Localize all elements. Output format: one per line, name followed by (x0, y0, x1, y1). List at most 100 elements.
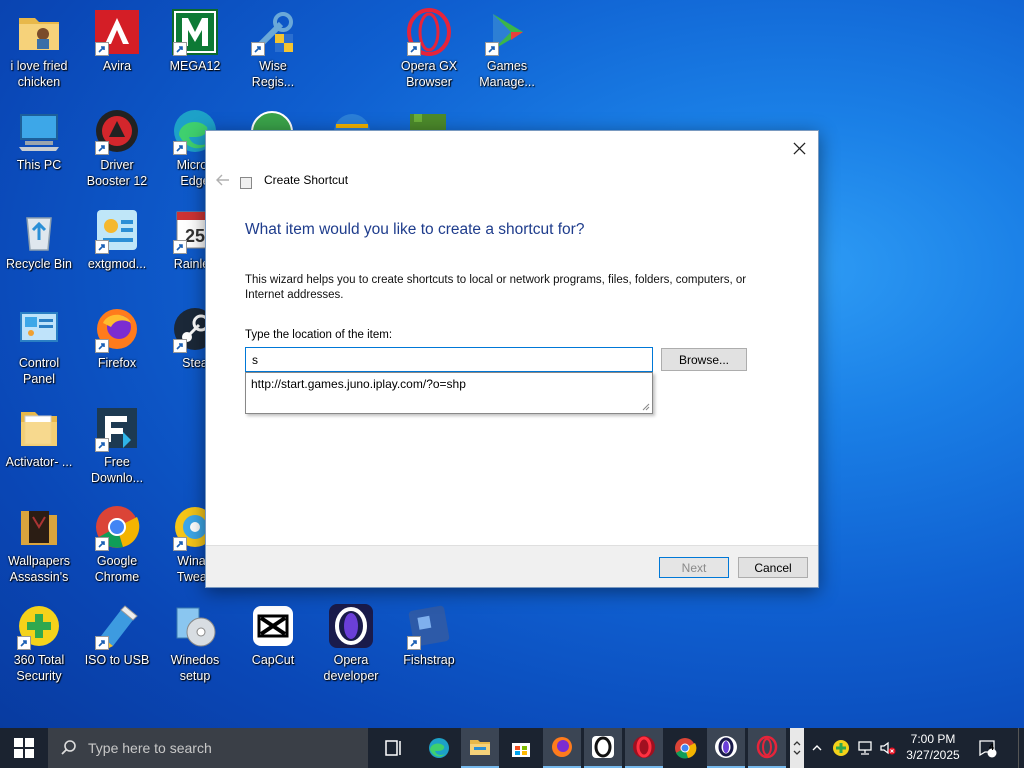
shortcut-arrow-icon (95, 141, 109, 155)
chevron-up-icon (812, 745, 822, 751)
desktop-icon-mega12[interactable]: MEGA12 (156, 8, 234, 74)
tray-network[interactable] (854, 728, 876, 768)
shortcut-arrow-icon (95, 339, 109, 353)
taskbar: Type here to search 7:00 PM 3/27/2025 4 (0, 728, 1024, 768)
firefox-icon (93, 305, 141, 353)
start-button[interactable] (0, 728, 48, 768)
computer-icon (15, 107, 63, 155)
resize-grip-icon[interactable] (640, 401, 650, 411)
back-arrow-icon (216, 174, 229, 186)
desktop-icon-activator[interactable]: Activator- ... (0, 404, 78, 470)
windows-logo-icon (14, 738, 34, 758)
desktop-icon-opera-developer[interactable]: Opera developer (312, 602, 390, 684)
taskbar-edge[interactable] (420, 728, 458, 768)
desktop-icon-i-love-fried-chicken[interactable]: i love fried chicken (0, 8, 78, 90)
opera-developer-icon (715, 736, 737, 758)
usb-icon (93, 602, 141, 650)
chevron-down-icon (793, 750, 801, 755)
notification-count: 4 (989, 742, 995, 752)
mega-icon (171, 8, 219, 56)
desktop-icon-capcut[interactable]: CapCut (234, 602, 312, 668)
shortcut-arrow-icon (485, 42, 499, 56)
chrome-icon (93, 503, 141, 551)
action-center-button[interactable]: 4 (974, 728, 1000, 768)
desktop-icon-recycle-bin[interactable]: Recycle Bin (0, 206, 78, 272)
recycle-bin-icon (15, 206, 63, 254)
opera-gx-icon (405, 8, 453, 56)
desktop-icon-google-chrome[interactable]: Google Chrome (78, 503, 156, 585)
desktop-icon-wallpapers[interactable]: Wallpapers Assassin's (0, 503, 78, 585)
taskbar-opera-gx-2[interactable] (748, 728, 786, 768)
desktop-icon-this-pc[interactable]: This PC (0, 107, 78, 173)
desktop-icon-extgmod[interactable]: extgmod... (78, 206, 156, 272)
task-view-icon (385, 740, 401, 756)
tray-volume[interactable] (876, 728, 898, 768)
task-view-button[interactable] (374, 728, 412, 768)
location-input[interactable] (245, 347, 653, 372)
desktop-icon-iso-to-usb[interactable]: ISO to USB (78, 602, 156, 668)
shortcut-arrow-icon (95, 438, 109, 452)
fishstrap-icon (405, 602, 453, 650)
shortcut-arrow-icon (95, 42, 109, 56)
desktop-icon-360-total-security[interactable]: 360 Total Security (0, 602, 78, 684)
desktop-icon-avira[interactable]: Avira (78, 8, 156, 74)
taskbar-scroll-arrows[interactable] (790, 728, 804, 768)
network-icon (858, 741, 872, 755)
taskbar-clock[interactable]: 7:00 PM 3/27/2025 (898, 731, 968, 763)
clock-date: 3/27/2025 (906, 748, 960, 762)
taskbar-chrome[interactable] (666, 728, 704, 768)
close-icon (792, 141, 806, 155)
shortcut-arrow-icon (251, 42, 265, 56)
desktop-icon-free-download[interactable]: Free Downlo... (78, 404, 156, 486)
store-icon (512, 743, 530, 757)
shortcut-arrow-icon (95, 240, 109, 254)
taskbar-firefox[interactable] (543, 728, 581, 768)
taskbar-file-explorer[interactable] (461, 728, 499, 768)
svg-text:25: 25 (185, 226, 205, 246)
taskbar-microsoft-store[interactable] (502, 728, 540, 768)
shortcut-arrow-icon (407, 636, 421, 650)
partially-hidden-icon-row (244, 106, 464, 132)
taskbar-opera-developer[interactable] (707, 728, 745, 768)
shortcut-icon (240, 177, 252, 189)
dialog-description: This wizard helps you to create shortcut… (245, 274, 747, 301)
opera-icon (592, 736, 614, 758)
volume-muted-icon (880, 741, 896, 755)
folder-icon (15, 503, 63, 551)
clock-time: 7:00 PM (910, 732, 956, 746)
show-desktop-button[interactable] (1018, 728, 1024, 768)
close-button[interactable] (788, 137, 810, 159)
plus-shield-icon (15, 602, 63, 650)
shortcut-arrow-icon (173, 339, 187, 353)
desktop-icon-winedos-setup[interactable]: Winedos setup (156, 602, 234, 684)
browse-button[interactable]: Browse... (661, 348, 747, 371)
create-shortcut-dialog: Create Shortcut What item would you like… (205, 130, 819, 588)
tray-360-security[interactable] (830, 728, 852, 768)
taskbar-opera-gx[interactable] (625, 728, 663, 768)
desktop-icon-opera-gx[interactable]: Opera GX Browser (390, 8, 468, 90)
firefox-icon (552, 737, 572, 757)
folder-icon (15, 404, 63, 452)
shortcut-arrow-icon (173, 42, 187, 56)
shortcut-arrow-icon (17, 636, 31, 650)
search-icon (61, 740, 76, 755)
autocomplete-suggestion[interactable]: http://start.games.juno.iplay.com/?o=shp (251, 377, 466, 391)
shortcut-arrow-icon (173, 537, 187, 551)
download-manager-icon (93, 404, 141, 452)
control-panel-icon (15, 305, 63, 353)
hidden-icon-tops-icon (251, 111, 446, 132)
location-label: Type the location of the item: (245, 329, 393, 341)
next-button[interactable]: Next (659, 557, 729, 578)
extgmod-icon (93, 206, 141, 254)
show-hidden-icons-button[interactable] (808, 728, 826, 768)
taskbar-opera[interactable] (584, 728, 622, 768)
desktop-icon-control-panel[interactable]: Control Panel (0, 305, 78, 387)
cancel-button[interactable]: Cancel (738, 557, 808, 578)
desktop-icon-firefox[interactable]: Firefox (78, 305, 156, 371)
desktop-icon-wise-registry[interactable]: Wise Regis... (234, 8, 312, 90)
back-button[interactable] (214, 171, 232, 189)
taskbar-search-box[interactable]: Type here to search (48, 728, 368, 768)
desktop-icon-driver-booster[interactable]: Driver Booster 12 (78, 107, 156, 189)
desktop-icon-fishstrap[interactable]: Fishstrap (390, 602, 468, 668)
desktop-icon-games-manager[interactable]: Games Manage... (468, 8, 546, 90)
